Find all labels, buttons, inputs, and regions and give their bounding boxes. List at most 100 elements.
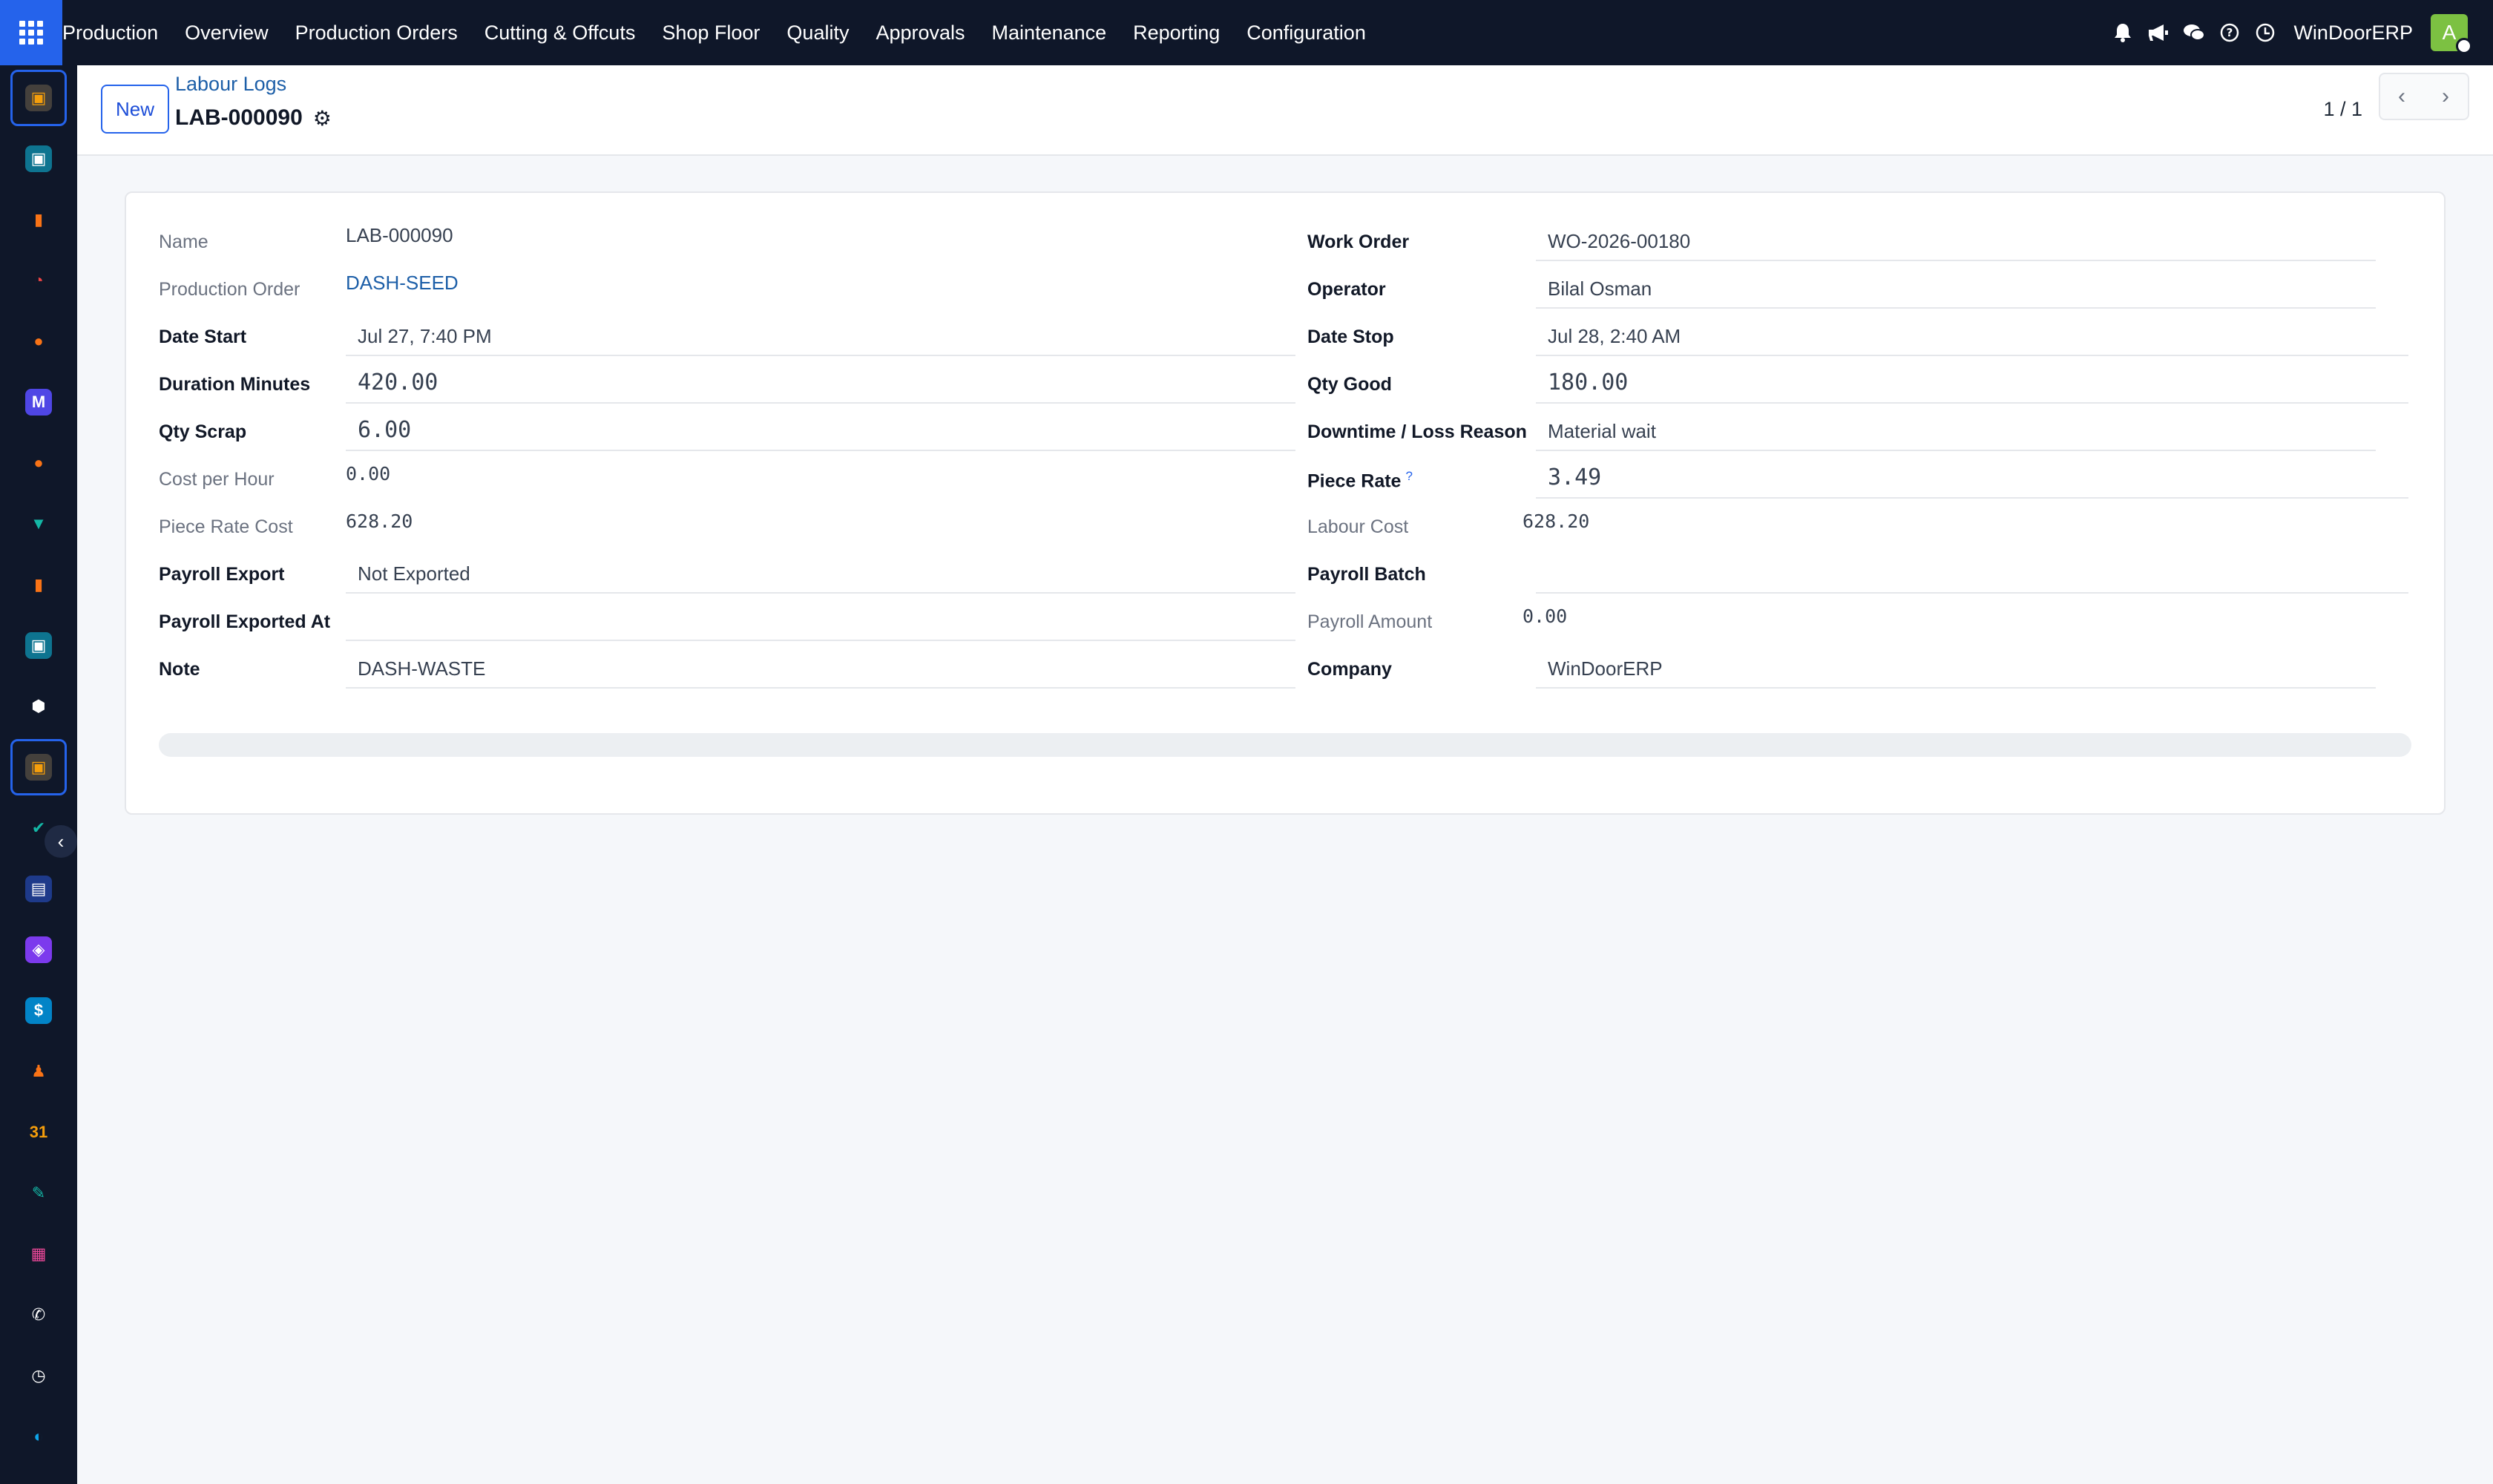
field-row-downtime-loss-reason: Downtime / Loss Reason Material wait <box>1307 405 2408 453</box>
field-row-company: Company WinDoorERP <box>1307 643 2408 690</box>
dock-employees-app[interactable]: ▣ <box>10 617 67 674</box>
dock-manufacturing-app[interactable]: ▣ <box>10 739 67 795</box>
dock-timer-app[interactable]: ◷ <box>10 1347 67 1404</box>
field-label: Production Order <box>159 279 300 301</box>
payroll-batch-field[interactable] <box>1536 548 2408 594</box>
field-label: Company <box>1307 659 1392 680</box>
field-label-text: Piece Rate <box>1307 470 1402 492</box>
field-label-text: Qty Scrap <box>159 421 247 442</box>
chat-app-icon: ● <box>33 453 44 472</box>
clock-icon[interactable] <box>2247 0 2283 65</box>
field-value: Material wait <box>1548 420 1656 442</box>
field-value: 180.00 <box>1548 370 1629 395</box>
note-field[interactable]: DASH-WASTE <box>346 643 1295 689</box>
dock-reporting-app[interactable]: ▮ <box>10 191 67 248</box>
field-label-text: Labour Cost <box>1307 516 1409 537</box>
mail-app-icon: M <box>25 389 52 416</box>
dock-board-app[interactable]: ▦ <box>10 1226 67 1282</box>
dock-contacts-app[interactable]: ▣ <box>10 131 67 187</box>
menu-item-configuration[interactable]: Configuration <box>1233 0 1379 65</box>
dock-discuss-app[interactable]: ● <box>10 313 67 370</box>
user-avatar[interactable]: A <box>2431 14 2472 54</box>
field-row-piece-rate: Piece Rate? 3.49 <box>1307 453 2408 500</box>
reporting-app-icon: ▮ <box>33 210 44 229</box>
labour-cost-value: 628.20 <box>1523 510 1590 532</box>
menu-item-shop-floor[interactable]: Shop Floor <box>648 0 773 65</box>
menu-item-maintenance[interactable]: Maintenance <box>979 0 1120 65</box>
field-label: Work Order <box>1307 232 1409 253</box>
pager-next-button[interactable]: › <box>2423 73 2469 120</box>
new-button[interactable]: New <box>101 85 169 134</box>
dock-calendar-app[interactable]: 31 <box>10 1104 67 1160</box>
menu-item-reporting[interactable]: Reporting <box>1120 0 1233 65</box>
app-dock: ‹ ▣ ▣ ▮ ◔ ● M ● ▼ ▮ ▣ ⬢ ▣ ✔ ▤ ◈ $ ♟ 31 ✎ ▦ ✆ ◷ ◐ <box>0 65 77 1484</box>
dock-analytics-app[interactable]: ▮ <box>10 556 67 613</box>
form-column-left: Name LAB-000090 Production Order DASH-SEED D… <box>159 215 1295 690</box>
payroll-export-field[interactable]: Not Exported <box>346 548 1295 594</box>
menu-item-approvals[interactable]: Approvals <box>862 0 978 65</box>
field-value: Not Exported <box>358 562 470 585</box>
field-row-piece-rate-cost: Piece Rate Cost 628.20 <box>159 500 1294 548</box>
dock-team-app[interactable]: ♟ <box>10 1043 67 1100</box>
dock-chat-app[interactable]: ● <box>10 435 67 491</box>
work-order-field[interactable]: WO-2026-00180 <box>1536 215 2376 261</box>
downtime-loss-reason-field[interactable]: Material wait <box>1536 405 2376 451</box>
duration-minutes-field[interactable]: 420.00 <box>346 358 1295 404</box>
dock-tasks-app[interactable]: ✔ <box>10 800 67 856</box>
field-row-cost-per-hour: Cost per Hour 0.00 <box>159 453 1294 500</box>
chevron-right-icon: › <box>2442 84 2449 108</box>
company-field[interactable]: WinDoorERP <box>1536 643 2376 689</box>
field-label-text: Date Start <box>159 326 247 347</box>
field-label-text: Operator <box>1307 279 1386 300</box>
gear-icon[interactable]: ⚙ <box>313 106 332 131</box>
dock-whatsapp-app[interactable]: ✆ <box>10 1287 67 1343</box>
operator-field[interactable]: Bilal Osman <box>1536 263 2376 309</box>
field-row-payroll-amount: Payroll Amount 0.00 <box>1307 595 2408 643</box>
help-tooltip-icon[interactable]: ? <box>1405 469 1412 483</box>
megaphone-icon[interactable] <box>2141 0 2176 65</box>
apps-menu-button[interactable] <box>0 0 62 65</box>
field-label-text: Payroll Export <box>159 564 285 585</box>
dock-knowledge-app[interactable]: ▤ <box>10 861 67 917</box>
chat-icon[interactable] <box>2176 0 2212 65</box>
menu-item-production-orders[interactable]: Production Orders <box>282 0 471 65</box>
dock-products-app[interactable]: ◈ <box>10 922 67 978</box>
field-label: Payroll Batch <box>1307 564 1426 585</box>
dock-invoicing-app[interactable]: $ <box>10 982 67 1039</box>
qty-scrap-field[interactable]: 6.00 <box>346 405 1295 451</box>
payroll-exported-at-field[interactable] <box>346 595 1295 641</box>
breadcrumb-labour-logs[interactable]: Labour Logs <box>175 73 286 96</box>
menu-brand-production[interactable]: Production <box>62 0 171 65</box>
date-start-field[interactable]: Jul 27, 7:40 PM <box>346 310 1295 356</box>
dock-sign-app[interactable]: ✎ <box>10 1165 67 1221</box>
dock-website-app[interactable]: ◐ <box>10 1408 67 1465</box>
field-label: Qty Good <box>1307 374 1392 395</box>
dashboard-app-icon: ◔ <box>33 271 44 289</box>
piece-rate-field[interactable]: 3.49 <box>1536 453 2408 499</box>
whatsapp-app-icon: ✆ <box>31 1305 46 1324</box>
menu-item-overview[interactable]: Overview <box>171 0 282 65</box>
date-stop-field[interactable]: Jul 28, 2:40 AM <box>1536 310 2408 356</box>
dock-dashboard-app[interactable]: ◔ <box>10 252 67 309</box>
pager-previous-button[interactable]: ‹ <box>2379 73 2425 120</box>
bell-icon[interactable] <box>2105 0 2141 65</box>
dock-mail-app[interactable]: M <box>10 374 67 430</box>
dock-inventory-app[interactable]: ⬢ <box>10 678 67 735</box>
field-row-labour-cost: Labour Cost 628.20 <box>1307 500 2408 548</box>
menu-item-quality[interactable]: Quality <box>773 0 862 65</box>
employees-app-icon: ▣ <box>25 632 52 659</box>
company-switcher[interactable]: WinDoorERP <box>2293 22 2413 45</box>
field-label-text: Company <box>1307 659 1392 680</box>
inventory-app-icon: ⬢ <box>31 697 46 715</box>
qty-good-field[interactable]: 180.00 <box>1536 358 2408 404</box>
products-app-icon: ◈ <box>25 936 52 963</box>
field-label-text: Cost per Hour <box>159 469 275 490</box>
top-navbar: Production Overview Production Orders Cutt… <box>0 0 2493 65</box>
pager-value[interactable]: 1 / 1 <box>2323 85 2362 134</box>
dock-production-app[interactable]: ▣ <box>10 70 67 126</box>
timer-app-icon: ◷ <box>31 1366 46 1385</box>
help-icon[interactable]: ? <box>2212 0 2247 65</box>
production-order-link[interactable]: DASH-SEED <box>346 272 459 295</box>
menu-item-cutting-offcuts[interactable]: Cutting & Offcuts <box>471 0 649 65</box>
dock-sales-app[interactable]: ▼ <box>10 496 67 552</box>
